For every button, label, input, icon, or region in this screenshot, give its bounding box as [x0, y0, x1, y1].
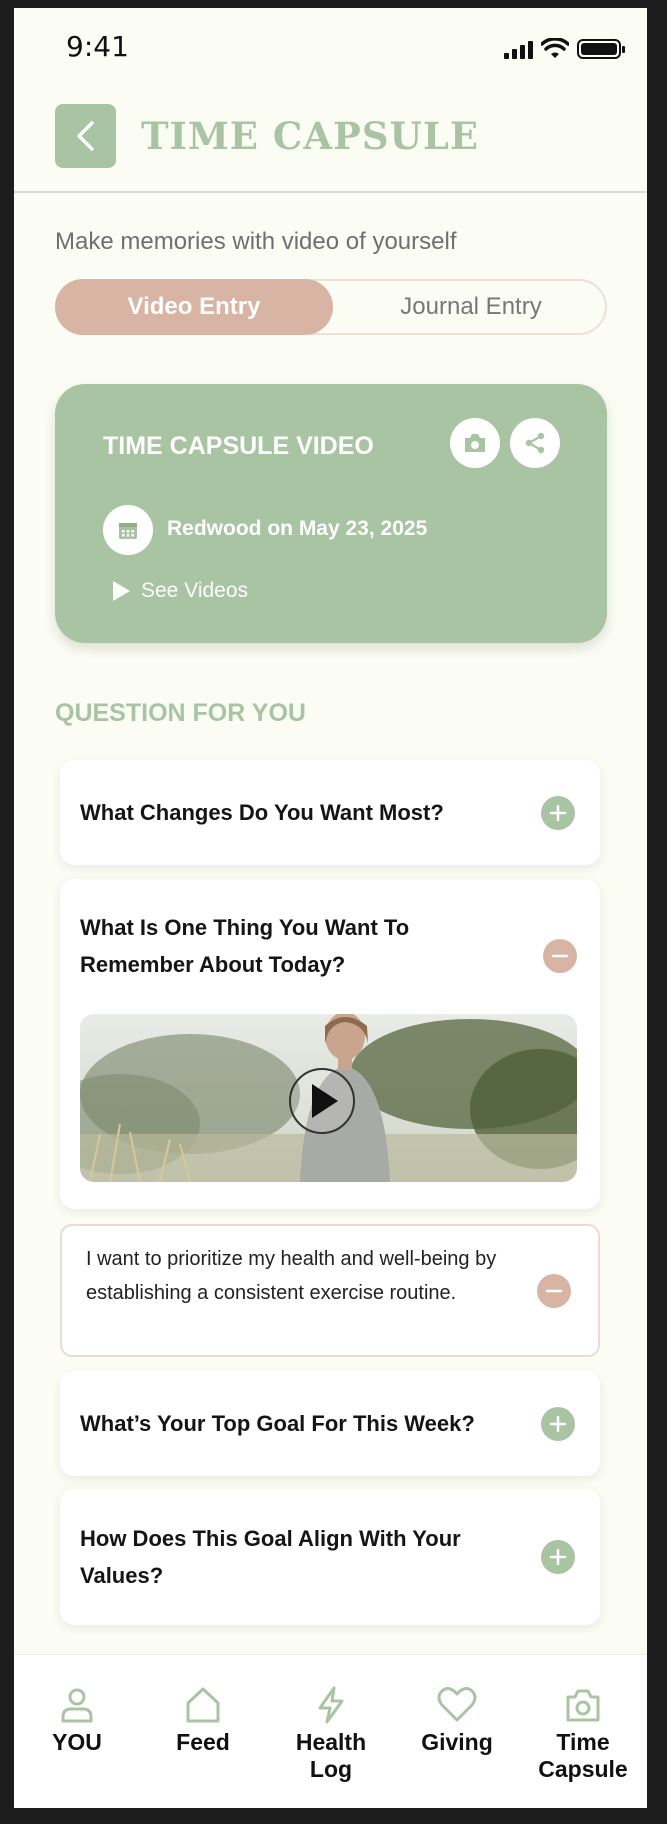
wifi-icon	[541, 38, 569, 58]
tab-video-entry[interactable]: Video Entry	[55, 279, 333, 335]
nav-label: Time Capsule	[538, 1729, 628, 1782]
video-date: Redwood on May 23, 2025	[167, 517, 428, 540]
chevron-left-icon	[76, 121, 94, 151]
camera-button[interactable]	[450, 418, 500, 468]
plus-icon	[549, 1548, 567, 1566]
nav-item-time-capsule[interactable]: Time Capsule	[528, 1685, 638, 1783]
answer-card[interactable]: I want to prioritize my health and well-…	[60, 1224, 600, 1357]
plus-icon	[549, 804, 567, 822]
camera-icon	[566, 1689, 600, 1722]
calendar-badge	[103, 505, 153, 555]
question-text: How Does This Goal Align With Your Value…	[80, 1526, 461, 1588]
user-icon	[61, 1688, 93, 1723]
collapse-button[interactable]	[543, 939, 577, 973]
back-button[interactable]	[55, 104, 116, 168]
nav-item-feed[interactable]: Feed	[148, 1685, 258, 1756]
question-card-expanded[interactable]: What Is One Thing You Want To Remember A…	[60, 879, 600, 1209]
see-videos-link[interactable]: See Videos	[111, 579, 248, 603]
question-card[interactable]: How Does This Goal Align With Your Value…	[60, 1489, 600, 1625]
meditation-photo	[80, 1014, 577, 1182]
page-subtitle: Make memories with video of yourself	[55, 228, 457, 255]
battery-icon	[577, 39, 625, 59]
section-title: QUESTION FOR YOU	[55, 699, 306, 727]
entry-type-toggle: Video Entry Journal Entry	[55, 279, 607, 335]
nav-label: Feed	[176, 1729, 230, 1755]
bolt-icon	[318, 1686, 344, 1724]
status-time: 9:41	[66, 30, 129, 63]
nav-label: Health Log	[295, 1729, 367, 1782]
heart-icon	[437, 1687, 477, 1722]
question-text: What Changes Do You Want Most?	[80, 800, 444, 825]
question-card[interactable]: What Changes Do You Want Most?	[60, 760, 600, 865]
tab-journal-entry[interactable]: Journal Entry	[333, 279, 609, 335]
expand-button[interactable]	[541, 1540, 575, 1574]
share-icon	[525, 432, 545, 454]
video-card-title: TIME CAPSULE VIDEO	[103, 432, 374, 460]
status-icons	[504, 38, 625, 60]
header: TIME CAPSULE	[14, 96, 647, 193]
time-capsule-video-card: TIME CAPSULE VIDEO Redwood on May 23, 20…	[55, 384, 607, 643]
calendar-icon	[119, 523, 137, 539]
bottom-nav: YOU Feed Health Log Giving Time Capsule	[14, 1654, 647, 1808]
status-bar: 9:41	[14, 8, 647, 88]
expand-button[interactable]	[541, 796, 575, 830]
nav-item-you[interactable]: YOU	[22, 1685, 132, 1756]
question-card[interactable]: What’s Your Top Goal For This Week?	[60, 1371, 600, 1476]
minus-icon	[545, 1289, 563, 1293]
see-videos-label: See Videos	[141, 579, 249, 602]
minus-icon	[551, 954, 569, 958]
page-title: TIME CAPSULE	[141, 114, 480, 158]
nav-item-health-log[interactable]: Health Log	[276, 1685, 386, 1783]
play-icon	[113, 581, 130, 601]
share-button[interactable]	[510, 418, 560, 468]
home-icon	[186, 1687, 220, 1723]
camera-icon	[465, 434, 485, 452]
nav-label: YOU	[52, 1729, 102, 1755]
nav-label: Giving	[421, 1729, 493, 1755]
remove-answer-button[interactable]	[537, 1274, 571, 1308]
question-text: What Is One Thing You Want To Remember A…	[80, 915, 410, 977]
nav-item-giving[interactable]: Giving	[402, 1685, 512, 1756]
video-thumbnail[interactable]	[80, 1014, 577, 1182]
question-text: What’s Your Top Goal For This Week?	[80, 1411, 475, 1436]
signal-icon	[504, 39, 533, 59]
expand-button[interactable]	[541, 1407, 575, 1441]
phone-screen: 9:41 TIME CAPSULE Make memories with vid…	[14, 8, 647, 1808]
plus-icon	[549, 1415, 567, 1433]
answer-text: I want to prioritize my health and well-…	[86, 1248, 497, 1304]
